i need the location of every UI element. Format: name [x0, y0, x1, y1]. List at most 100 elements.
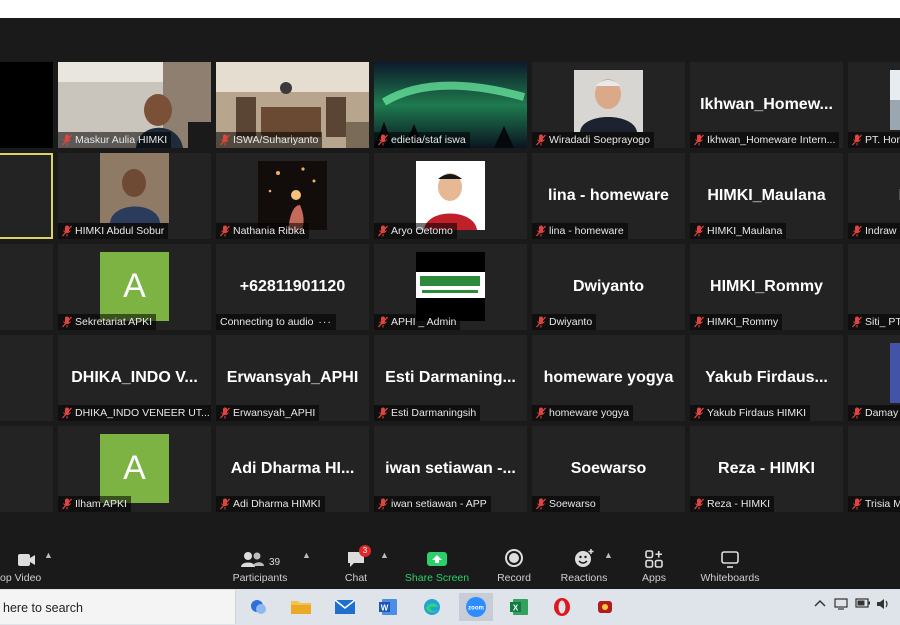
participant-tile[interactable]: lina - homeware lina - homeware: [532, 153, 685, 239]
participant-tile[interactable]: Aryo Oetomo: [374, 153, 527, 239]
participant-tile[interactable]: Soewarso Soewarso: [532, 426, 685, 512]
muted-mic-icon: [694, 498, 704, 510]
whiteboards-button[interactable]: Whiteboards: [694, 542, 766, 589]
word-icon[interactable]: W: [373, 593, 403, 621]
muted-mic-icon: [852, 316, 862, 328]
participant-display-name: n: [0, 460, 53, 478]
show-hidden-icons-chevron[interactable]: [814, 598, 826, 611]
participant-name-label: Adi Dharma HIMKI: [216, 496, 325, 512]
participant-tile[interactable]: Yakub Firdaus... Yakub Firdaus HIMKI: [690, 335, 843, 421]
battery-icon[interactable]: [855, 598, 871, 611]
participant-tile[interactable]: niture Kla...: [0, 335, 53, 421]
participant-name: HIMKI_Maulana: [707, 225, 783, 237]
excel-icon[interactable]: X: [504, 593, 534, 621]
participant-name: Wiradadi Soeprayogo: [549, 134, 650, 146]
participant-name-label: Nathania Ribka: [216, 223, 309, 239]
apps-label: Apps: [642, 572, 666, 584]
participant-tile[interactable]: A Ilham APKI: [58, 426, 211, 512]
participant-tile[interactable]: Trisia Trisia M: [848, 426, 900, 512]
chat-icon: [336, 542, 376, 568]
participant-name: iwan setiawan - APP: [391, 498, 487, 510]
participant-name: APHI _ Admin: [391, 316, 457, 328]
reactions-label: Reactions: [560, 572, 608, 584]
participant-tile[interactable]: HIMKI_Maulana HIMKI_Maulana: [690, 153, 843, 239]
svg-text:W: W: [381, 604, 389, 613]
record-icon: [492, 542, 536, 568]
participant-tile[interactable]: homeware yogya homeware yogya: [532, 335, 685, 421]
participant-name: Adi Dharma HIMKI: [233, 498, 321, 510]
connecting-dots: ···: [318, 316, 332, 328]
participant-tile[interactable]: Erwansyah_APHI Erwansyah_APHI: [216, 335, 369, 421]
zoom-taskbar-icon[interactable]: zoom: [459, 593, 493, 621]
participant-tile[interactable]: +62811901120 Connecting to audio ···: [216, 244, 369, 330]
muted-mic-icon: [62, 316, 72, 328]
participant-tile[interactable]: Wiradadi Soeprayogo: [532, 62, 685, 148]
muted-mic-icon: [220, 407, 230, 419]
edge-icon[interactable]: [417, 593, 447, 621]
participants-options-caret[interactable]: ▲: [302, 550, 311, 560]
weather-icon[interactable]: [244, 593, 274, 621]
reactions-options-caret[interactable]: ▲: [604, 550, 613, 560]
taskbar-search-box[interactable]: here to search: [0, 590, 236, 624]
participant-name-label: Ikhwan_Homeware Intern...: [690, 132, 840, 148]
participant-tile[interactable]: Maskur Aulia HIMKI: [58, 62, 211, 148]
participant-display-name: Esti Darmaning...: [385, 369, 516, 386]
participants-button[interactable]: 39 Participants: [228, 542, 292, 589]
participant-avatar: A: [100, 434, 169, 503]
participant-tile[interactable]: A Sekretariat APKI: [58, 244, 211, 330]
participant-display-name: layu...: [0, 278, 53, 296]
participant-tile[interactable]: Dwiyanto Dwiyanto: [532, 244, 685, 330]
apps-button[interactable]: Apps: [636, 542, 672, 589]
participants-count: 39: [268, 557, 281, 568]
participant-tile[interactable]: APHI _ Admin: [374, 244, 527, 330]
opera-icon[interactable]: [547, 593, 577, 621]
video-options-caret[interactable]: ▲: [44, 550, 53, 560]
participant-tile[interactable]: Ikhwan_Homew... Ikhwan_Homeware Intern...: [690, 62, 843, 148]
volume-icon[interactable]: [876, 598, 890, 613]
participant-tile[interactable]: ISWA/Suhariyanto: [216, 62, 369, 148]
participant-tile[interactable]: Adi Dharma HI... Adi Dharma HIMKI: [216, 426, 369, 512]
share-screen-button[interactable]: Share Screen: [402, 542, 472, 589]
participant-name-label: ISWA/Suhariyanto: [216, 132, 323, 148]
muted-mic-icon: [378, 316, 388, 328]
participant-name: Ilham APKI: [75, 498, 127, 510]
participant-name-label: Sekretariat APKI: [58, 314, 157, 330]
chat-options-caret[interactable]: ▲: [380, 550, 389, 560]
file-explorer-icon[interactable]: [286, 593, 316, 621]
top-margin: [0, 0, 900, 18]
participant-name-label: Ilham APKI: [58, 496, 131, 512]
participant-tile[interactable]: n: [0, 426, 53, 512]
participant-tile[interactable]: [0, 62, 53, 148]
record-button[interactable]: Record: [492, 542, 536, 589]
participant-name-label: Siti_ PT: [848, 314, 900, 330]
participants-icon: 39: [228, 542, 292, 568]
participant-name: Erwansyah_APHI: [233, 407, 316, 419]
participant-display-name: Reza - HIMKI: [718, 460, 815, 477]
game-icon[interactable]: [590, 593, 620, 621]
participant-tile[interactable]: Esti Darmaning... Esti Darmaningsih: [374, 335, 527, 421]
participant-tile[interactable]: Siti_ P Siti_ PT: [848, 244, 900, 330]
participant-display-name: oki: [0, 187, 53, 205]
participant-name-label: Esti Darmaningsih: [374, 405, 481, 421]
participant-tile[interactable]: DHIKA_INDO V... DHIKA_INDO VENEER UT...: [58, 335, 211, 421]
participant-name-label: Dwiyanto: [532, 314, 597, 330]
muted-mic-icon: [852, 407, 862, 419]
participant-tile[interactable]: edietia/staf iswa: [374, 62, 527, 148]
participant-tile[interactable]: layu...T Home...: [0, 244, 53, 330]
mail-icon[interactable]: [330, 593, 360, 621]
participant-name: Maskur Aulia HIMKI: [75, 134, 168, 146]
participant-name-label: iwan setiawan - APP: [374, 496, 491, 512]
participant-tile[interactable]: HIMKI_Rommy HIMKI_Rommy: [690, 244, 843, 330]
network-icon[interactable]: [834, 598, 848, 613]
participant-tile[interactable]: HIMKI Abdul Sobur: [58, 153, 211, 239]
participant-tile[interactable]: iwan setiawan -... iwan setiawan - APP: [374, 426, 527, 512]
participant-tile[interactable]: PT. Hor: [848, 62, 900, 148]
participant-name-label: lina - homeware: [532, 223, 628, 239]
participant-tile[interactable]: oki: [0, 153, 53, 239]
muted-mic-icon: [220, 134, 230, 146]
participant-tile[interactable]: Nathania Ribka: [216, 153, 369, 239]
participant-tile[interactable]: Indraw Indraw: [848, 153, 900, 239]
participant-display-name: homeware yogya: [543, 369, 674, 386]
participant-tile[interactable]: Reza - HIMKI Reza - HIMKI: [690, 426, 843, 512]
participant-tile[interactable]: Damay: [848, 335, 900, 421]
